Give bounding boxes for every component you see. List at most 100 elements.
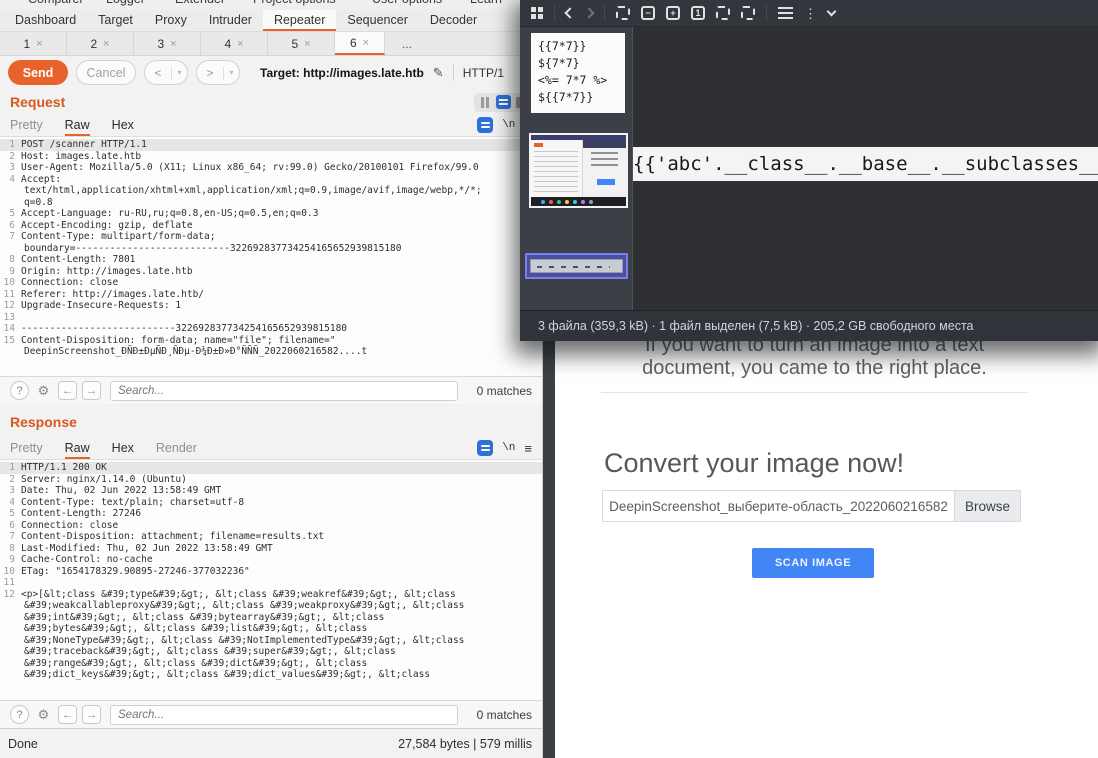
- history-back-button[interactable]: < ▾: [144, 60, 188, 85]
- tab-extender[interactable]: Extender: [175, 0, 225, 6]
- response-tab-render[interactable]: Render: [156, 441, 197, 459]
- code-line: 3User-Agent: Mozilla/5.0 (X11; Linux x86…: [0, 162, 542, 174]
- fullscreen-icon[interactable]: [741, 6, 755, 20]
- tab-user-options[interactable]: User options: [372, 0, 442, 6]
- rows-layout-icon[interactable]: [496, 95, 511, 109]
- tab-dashboard[interactable]: Dashboard: [4, 10, 87, 31]
- browse-button[interactable]: Browse: [954, 491, 1020, 521]
- code-line: 2Server: nginx/1.14.0 (Ubuntu): [0, 474, 542, 486]
- columns-layout-icon[interactable]: [479, 97, 491, 108]
- response-tab-pretty[interactable]: Pretty: [10, 441, 43, 459]
- tab-target[interactable]: Target: [87, 10, 144, 31]
- request-tab-raw[interactable]: Raw: [65, 118, 90, 136]
- tab-number: 1: [23, 37, 30, 51]
- request-editor[interactable]: 1POST /scanner HTTP/1.12Host: images.lat…: [0, 137, 542, 376]
- tab-learn[interactable]: Learn: [470, 0, 502, 6]
- history-forward-button[interactable]: > ▾: [196, 60, 240, 85]
- burp-module-tabs: Dashboard Target Proxy Intruder Repeater…: [0, 10, 542, 32]
- code-line: q=0.8: [0, 197, 542, 209]
- thumbnail-desktop-screenshot[interactable]: [529, 133, 628, 208]
- help-icon[interactable]: ?: [10, 705, 29, 724]
- tab-sequencer[interactable]: Sequencer: [336, 10, 418, 31]
- prev-match-button[interactable]: ←: [58, 705, 77, 724]
- zoom-original-icon[interactable]: 1: [691, 6, 705, 20]
- repeater-tab-1[interactable]: 1×: [0, 32, 67, 55]
- code-line: 14---------------------------32269283773…: [0, 323, 542, 335]
- prev-match-button[interactable]: ←: [58, 381, 77, 400]
- list-view-icon[interactable]: [778, 7, 793, 19]
- code-line: 10Connection: close: [0, 277, 542, 289]
- http-version-selector[interactable]: HTTP/1: [463, 66, 504, 80]
- tab-logger[interactable]: Logger: [106, 0, 145, 6]
- repeater-tab-4[interactable]: 4×: [201, 32, 268, 55]
- close-icon[interactable]: ×: [237, 38, 243, 50]
- repeater-tab-3[interactable]: 3×: [134, 32, 201, 55]
- thumbnail-selected-payload[interactable]: [525, 253, 628, 279]
- tab-repeater[interactable]: Repeater: [263, 10, 336, 31]
- tab-intruder[interactable]: Intruder: [198, 10, 263, 31]
- zoom-out-icon[interactable]: −: [641, 6, 655, 20]
- request-tab-hex[interactable]: Hex: [112, 118, 134, 136]
- fit-window-icon[interactable]: [616, 6, 630, 20]
- divider: [601, 392, 1027, 393]
- repeater-tab-6-active[interactable]: 6×: [335, 32, 385, 55]
- request-search-input[interactable]: [110, 381, 458, 401]
- highlight-icon[interactable]: [477, 117, 493, 133]
- close-icon[interactable]: ×: [304, 38, 310, 50]
- menu-icon[interactable]: ≡: [524, 441, 532, 456]
- back-icon[interactable]: [564, 7, 575, 18]
- burp-status-bar: Done 27,584 bytes | 579 millis: [0, 728, 542, 758]
- gear-icon[interactable]: ⚙: [34, 381, 53, 400]
- send-button[interactable]: Send: [8, 60, 68, 85]
- close-icon[interactable]: ×: [103, 38, 109, 50]
- divider: [604, 5, 605, 21]
- newline-toggle-icon[interactable]: \n: [502, 119, 515, 131]
- viewer-canvas[interactable]: {{'abc'.__class__.__base__.__subclasses_…: [633, 27, 1098, 310]
- page-title: Convert your image now!: [604, 448, 904, 479]
- tab-comparer[interactable]: Comparer: [28, 0, 84, 6]
- tab-project-options[interactable]: Project options: [253, 0, 336, 6]
- response-tab-raw[interactable]: Raw: [65, 441, 90, 459]
- repeater-tab-2[interactable]: 2×: [67, 32, 134, 55]
- next-match-button[interactable]: →: [82, 381, 101, 400]
- chevron-down-icon[interactable]: ▾: [224, 68, 239, 77]
- newline-toggle-icon[interactable]: \n: [502, 442, 515, 454]
- next-match-button[interactable]: →: [82, 705, 101, 724]
- response-tab-hex[interactable]: Hex: [112, 441, 134, 459]
- repeater-tab-overflow[interactable]: ...: [385, 32, 429, 55]
- code-line: &#39;NoneType&#39;&gt;, &lt;class &#39;N…: [0, 635, 542, 647]
- repeater-toolbar: Send Cancel < ▾ > ▾ Target: http://image…: [0, 56, 542, 89]
- tab-decoder[interactable]: Decoder: [419, 10, 488, 31]
- thumb-text-line: <%= 7*7 %>: [538, 73, 607, 87]
- code-line: text/html,application/xhtml+xml,applicat…: [0, 185, 542, 197]
- gear-icon[interactable]: ⚙: [34, 705, 53, 724]
- fit-width-icon[interactable]: [716, 6, 730, 20]
- folder-view-icon[interactable]: [531, 7, 543, 19]
- cancel-button[interactable]: Cancel: [76, 60, 136, 85]
- request-match-count: 0 matches: [477, 384, 532, 398]
- edit-pencil-icon[interactable]: ✎: [433, 65, 444, 81]
- tab-number: 4: [224, 37, 231, 51]
- code-line: 6Accept-Encoding: gzip, deflate: [0, 220, 542, 232]
- viewer-toolbar: − + 1 ⋮: [520, 0, 1098, 27]
- file-upload-field[interactable]: DeepinScreenshot_выберите-область_202206…: [602, 490, 1021, 522]
- forward-icon[interactable]: [583, 7, 594, 18]
- close-icon[interactable]: ×: [36, 38, 42, 50]
- thumbnail-ssti-payloads[interactable]: {{7*7}} ${7*7} <%= 7*7 %> ${{7*7}}: [531, 33, 625, 113]
- scan-image-button[interactable]: SCAN IMAGE: [752, 548, 874, 578]
- tab-proxy[interactable]: Proxy: [144, 10, 198, 31]
- chevron-down-icon[interactable]: [827, 7, 837, 17]
- status-done-label: Done: [8, 737, 38, 751]
- kebab-menu-icon[interactable]: ⋮: [804, 7, 817, 20]
- highlight-icon[interactable]: [477, 440, 493, 456]
- response-editor[interactable]: 1HTTP/1.1 200 OK2Server: nginx/1.14.0 (U…: [0, 460, 542, 700]
- zoom-in-icon[interactable]: +: [666, 6, 680, 20]
- response-search-input[interactable]: [110, 705, 458, 725]
- close-icon[interactable]: ×: [170, 38, 176, 50]
- help-icon[interactable]: ?: [10, 381, 29, 400]
- chevron-down-icon[interactable]: ▾: [172, 68, 187, 77]
- request-tab-pretty[interactable]: Pretty: [10, 118, 43, 136]
- repeater-tab-5[interactable]: 5×: [268, 32, 335, 55]
- close-icon[interactable]: ×: [363, 37, 369, 49]
- code-line: 9Origin: http://images.late.htb: [0, 266, 542, 278]
